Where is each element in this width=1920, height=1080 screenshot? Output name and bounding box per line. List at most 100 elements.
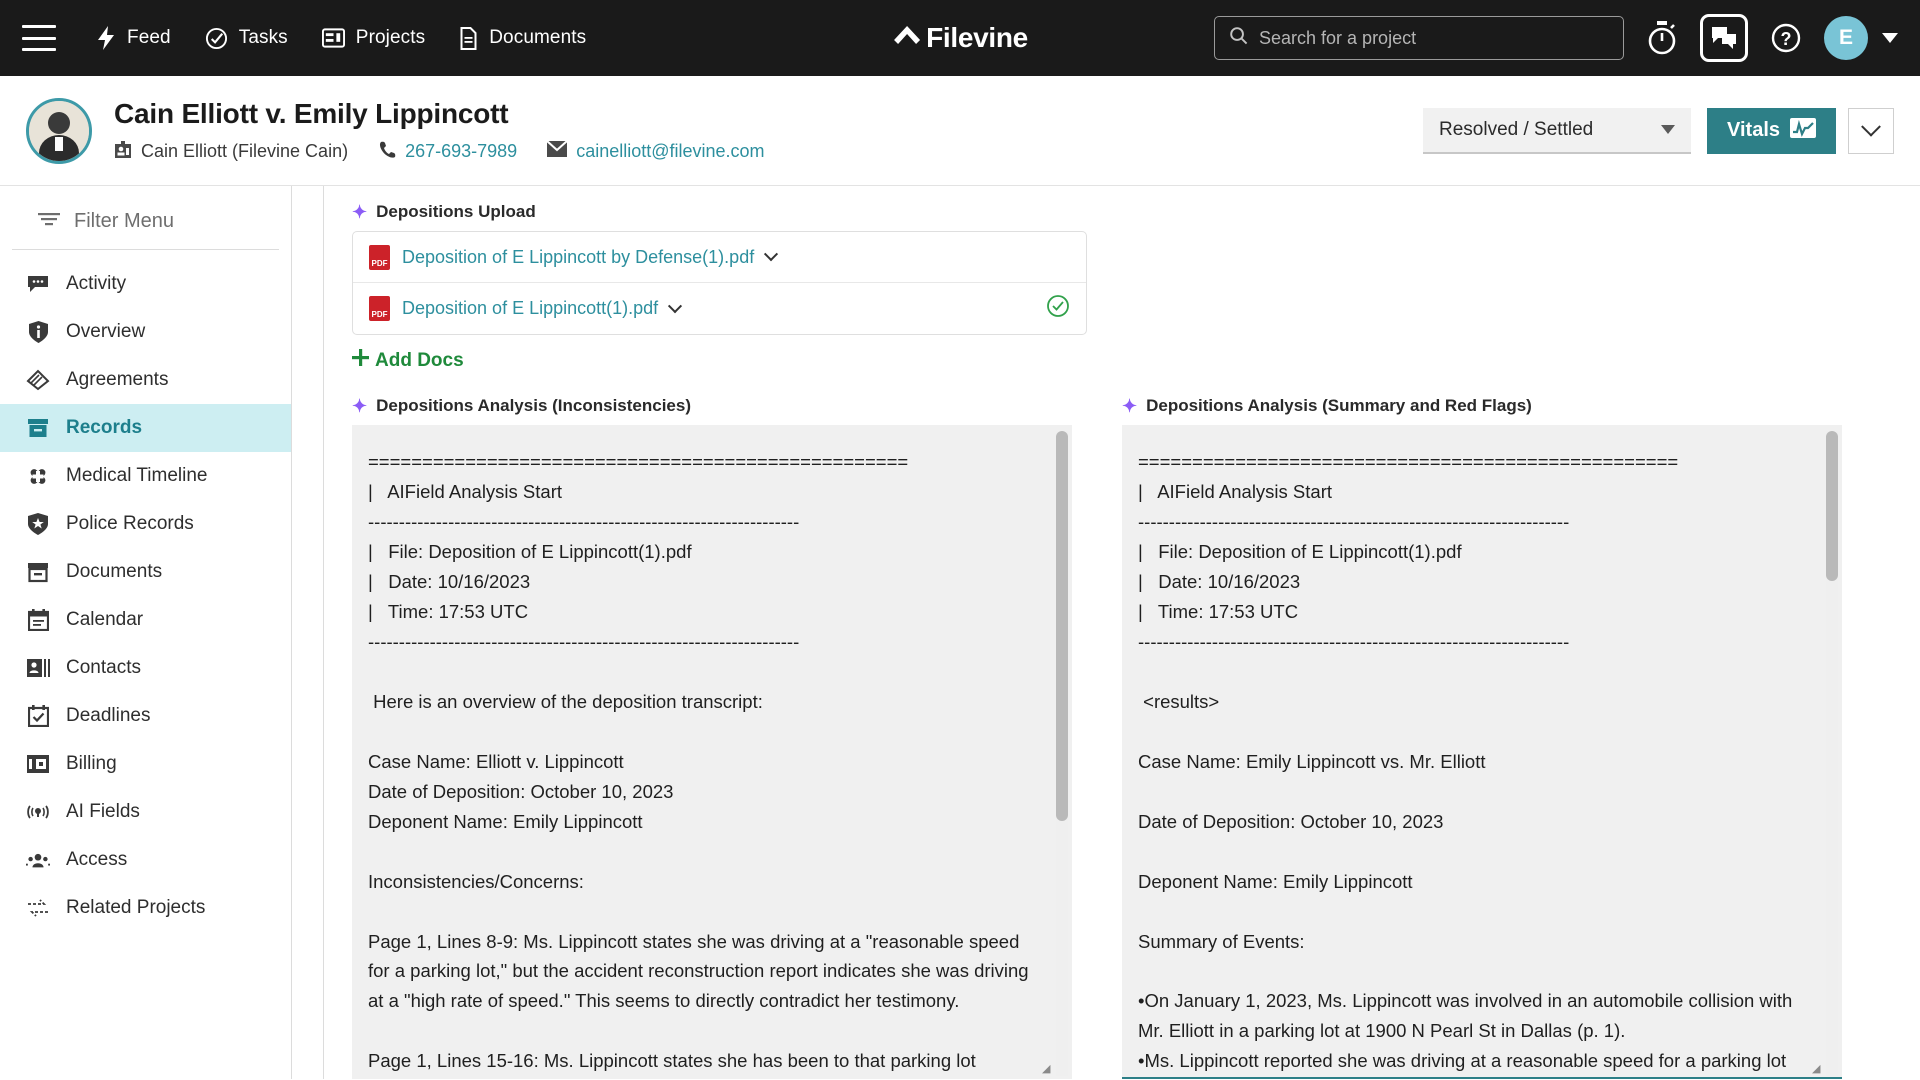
police-badge-icon [26, 513, 50, 535]
chevron-down-icon [1861, 116, 1881, 137]
contacts-icon [26, 658, 50, 678]
depositions-upload-label: ✦ Depositions Upload [352, 202, 1920, 222]
nav-label: Tasks [238, 27, 288, 48]
add-docs-label: Add Docs [375, 349, 464, 371]
nav-item-documents[interactable]: Documents [459, 26, 587, 50]
page-title: Cain Elliott v. Emily Lippincott [114, 97, 509, 129]
ai-sparkle-icon: ✦ [352, 202, 368, 222]
chat-icon[interactable] [1700, 14, 1748, 62]
sidebar-item-agreements[interactable]: Agreements [0, 356, 291, 404]
ai-sparkle-icon: ✦ [1122, 396, 1138, 416]
sidebar-item-calendar[interactable]: Calendar [0, 596, 291, 644]
search-input[interactable] [1259, 27, 1609, 49]
calendar-icon [26, 609, 50, 631]
chevron-down-icon [1661, 125, 1675, 134]
inconsistencies-textarea[interactable]: ========================================… [352, 425, 1072, 1079]
document-name[interactable]: Deposition of E Lippincott(1).pdf [402, 298, 658, 319]
hamburger-menu-icon[interactable] [22, 25, 56, 51]
document-name[interactable]: Deposition of E Lippincott by Defense(1)… [402, 247, 754, 268]
search-box[interactable] [1214, 16, 1624, 60]
filter-menu[interactable]: Filter Menu [12, 200, 279, 250]
sidebar-item-overview[interactable]: Overview [0, 308, 291, 356]
nav-item-tasks[interactable]: Tasks [205, 27, 288, 50]
pdf-icon: PDF [369, 296, 390, 321]
project-client[interactable]: Cain Elliott (Filevine Cain) [114, 140, 348, 164]
deadline-icon [26, 705, 50, 727]
project-header: Cain Elliott v. Emily Lippincott Cain El… [0, 76, 1920, 186]
top-navigation-bar: Feed Tasks Projects Documents Filevine S… [0, 0, 1920, 76]
sidebar-item-medical-timeline[interactable]: Medical Timeline [0, 452, 291, 500]
agreements-icon [26, 369, 50, 391]
pdf-icon: PDF [369, 244, 390, 270]
help-icon[interactable]: ? [1770, 22, 1802, 54]
document-row[interactable]: PDF Deposition of E Lippincott by Defens… [353, 232, 1086, 283]
brand-text: Filevine [926, 22, 1028, 53]
analysis-panel-summary: ✦ Depositions Analysis (Summary and Red … [1122, 396, 1842, 1079]
user-menu-chevron-down-icon[interactable] [1882, 33, 1898, 43]
sidebar-item-documents[interactable]: Documents [0, 548, 291, 596]
sidebar-item-label: Agreements [66, 369, 169, 390]
contact-card-icon [114, 140, 132, 164]
nav-item-projects[interactable]: Projects [321, 27, 425, 49]
project-phone[interactable]: 267-693-7989 [378, 140, 517, 164]
phone-link[interactable]: 267-693-7989 [405, 141, 517, 162]
vitals-chart-icon [1790, 117, 1816, 144]
status-dropdown[interactable]: Resolved / Settled [1423, 107, 1691, 154]
resize-grip-icon[interactable]: ◢ [1042, 1064, 1052, 1075]
summary-textarea[interactable]: ========================================… [1122, 425, 1842, 1079]
sidebar-item-deadlines[interactable]: Deadlines [0, 692, 291, 740]
phone-icon [378, 140, 396, 164]
user-avatar[interactable]: E [1824, 16, 1868, 60]
analysis-panel-inconsistencies: ✦ Depositions Analysis (Inconsistencies)… [352, 396, 1072, 1079]
sidebar-item-activity[interactable]: Activity [0, 260, 291, 308]
status-value: Resolved / Settled [1439, 118, 1594, 140]
email-icon [546, 140, 568, 162]
documents-icon [26, 561, 50, 583]
svg-text:?: ? [1781, 29, 1792, 49]
filevine-logo[interactable]: Filevine [892, 22, 1028, 54]
vitals-button[interactable]: Vitals [1707, 107, 1836, 154]
sidebar-item-label: Activity [66, 273, 127, 294]
scrollbar-thumb[interactable] [1826, 431, 1838, 581]
top-nav-right: ? E [1214, 14, 1898, 62]
ai-sparkle-icon: ✦ [352, 396, 368, 416]
nav-item-feed[interactable]: Feed [96, 26, 171, 50]
scrollbar-thumb[interactable] [1056, 431, 1068, 821]
add-docs-button[interactable]: Add Docs [352, 349, 1920, 372]
vitals-label: Vitals [1727, 119, 1780, 141]
sidebar-item-billing[interactable]: Billing [0, 740, 291, 788]
sidebar-item-police-records[interactable]: Police Records [0, 500, 291, 548]
email-link[interactable]: cainelliott@filevine.com [576, 141, 764, 162]
sidebar-item-ai-fields[interactable]: AI Fields [0, 788, 291, 836]
search-icon [1229, 26, 1248, 50]
project-email[interactable]: cainelliott@filevine.com [546, 140, 765, 162]
sidebar-item-contacts[interactable]: Contacts [0, 644, 291, 692]
chevron-logo-icon [892, 23, 922, 54]
sidebar-item-label: AI Fields [66, 801, 140, 822]
plus-icon [352, 349, 369, 372]
sidebar-item-records[interactable]: Records [0, 404, 291, 452]
resize-grip-icon[interactable]: ◢ [1812, 1064, 1822, 1075]
vitals-expand-button[interactable] [1848, 107, 1894, 154]
project-sidebar: Filter Menu Activity Overview Agreements [0, 186, 292, 1079]
project-avatar[interactable] [26, 97, 92, 164]
sidebar-item-label: Related Projects [66, 897, 206, 918]
chevron-down-icon[interactable] [668, 298, 683, 313]
shield-info-icon [26, 321, 50, 343]
filter-icon [38, 210, 60, 233]
chevron-down-icon[interactable] [764, 247, 779, 262]
analysis-panels: ✦ Depositions Analysis (Inconsistencies)… [352, 396, 1920, 1079]
timer-icon[interactable] [1646, 21, 1678, 55]
access-icon [26, 851, 50, 869]
sidebar-item-access[interactable]: Access [0, 836, 291, 884]
billing-icon [26, 754, 50, 774]
project-actions: Resolved / Settled Vitals [1423, 107, 1894, 154]
sidebar-item-related-projects[interactable]: Related Projects [0, 884, 291, 932]
document-row[interactable]: PDF Deposition of E Lippincott(1).pdf [353, 283, 1086, 334]
nav-label: Documents [489, 27, 587, 48]
project-meta: Cain Elliott (Filevine Cain) 267-693-798… [114, 140, 765, 164]
sidebar-item-label: Calendar [66, 609, 144, 630]
sidebar-item-label: Contacts [66, 657, 141, 678]
ai-fields-icon [26, 802, 50, 822]
inconsistencies-label: ✦ Depositions Analysis (Inconsistencies) [352, 396, 1072, 416]
